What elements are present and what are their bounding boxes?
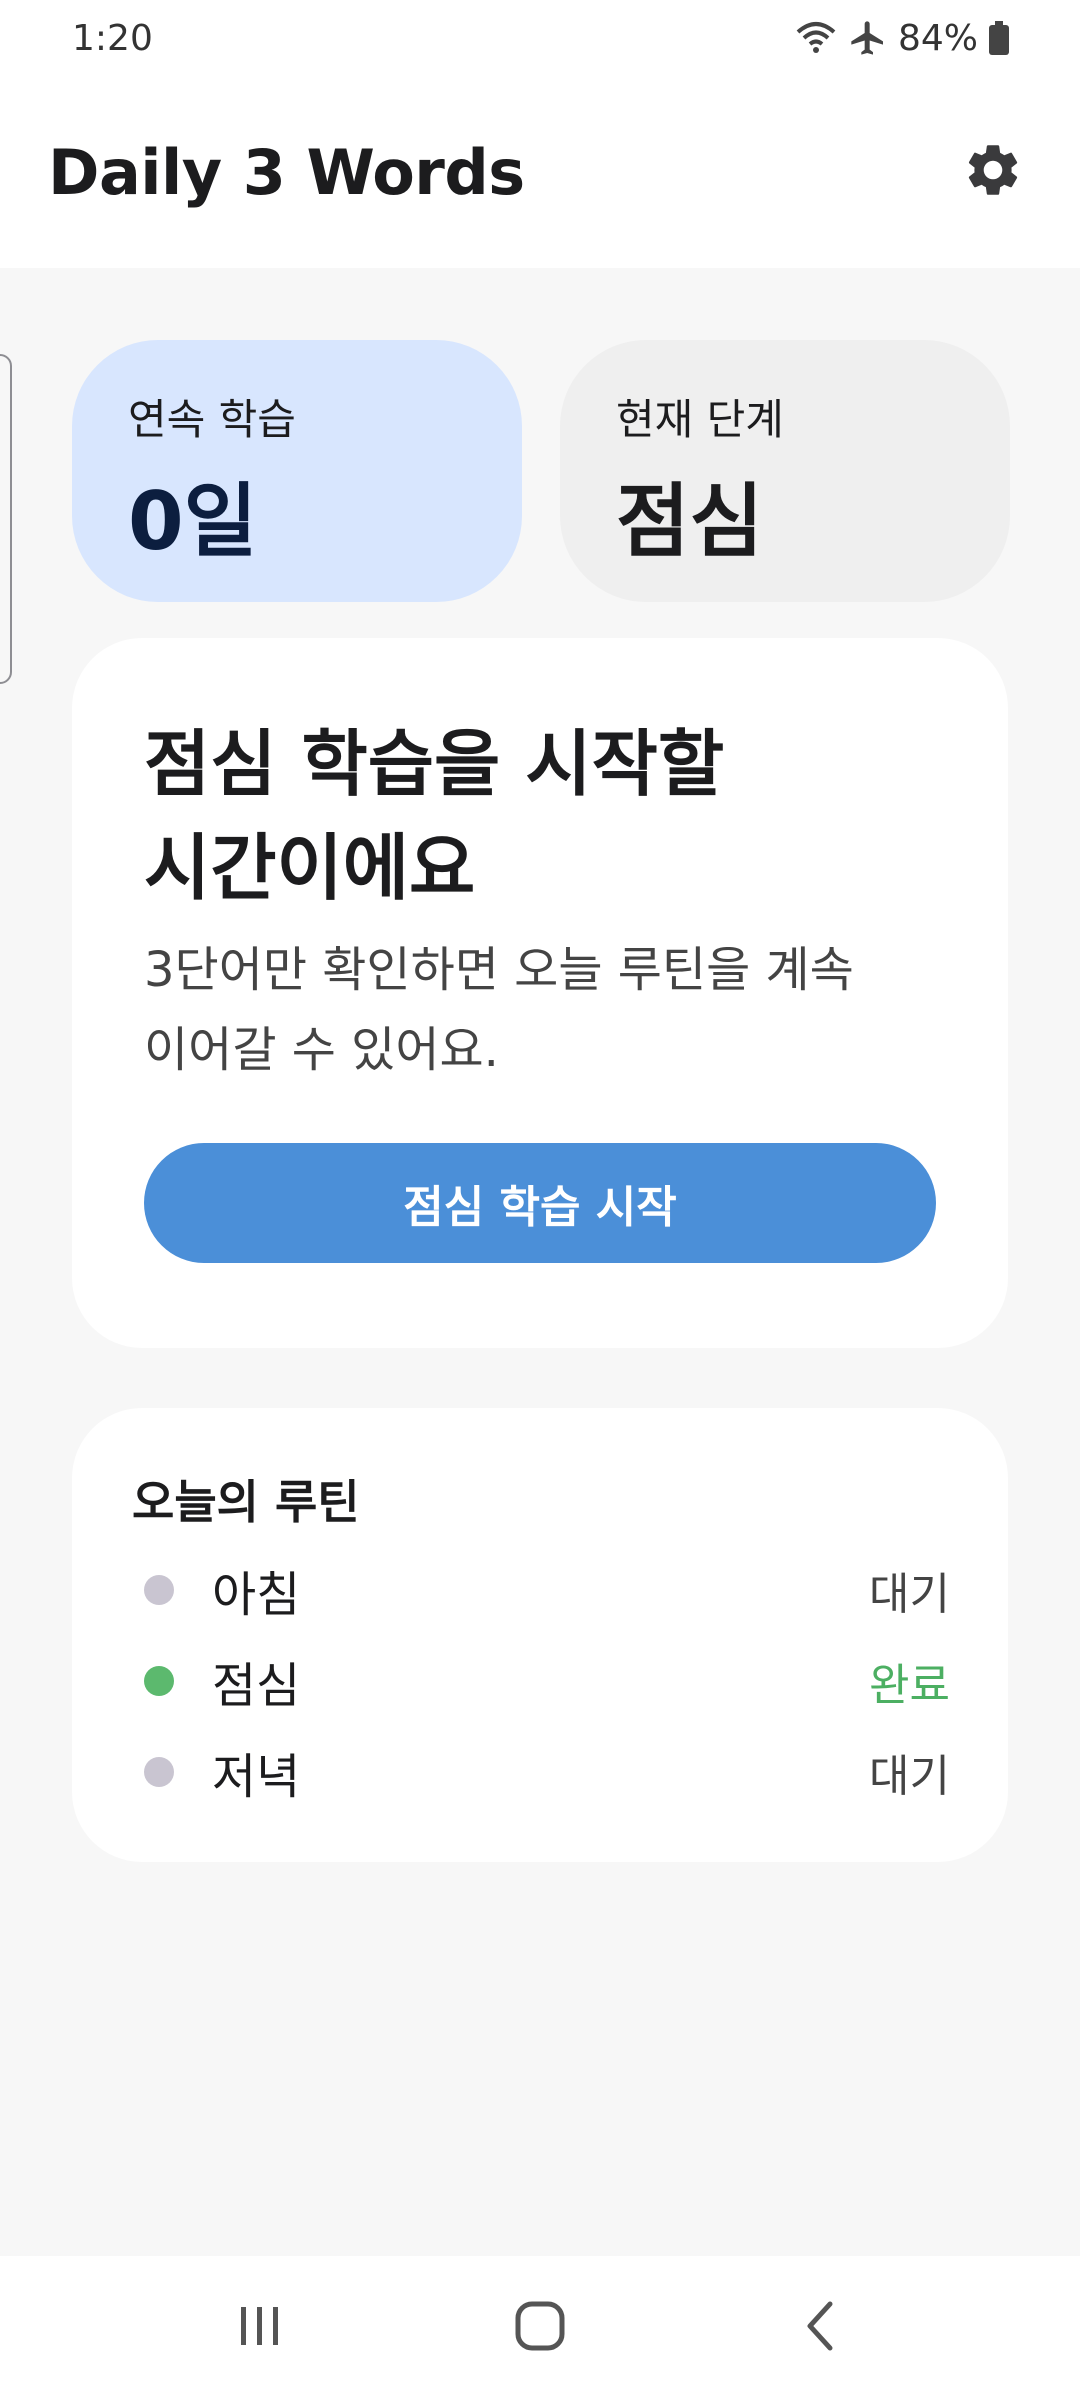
recent-apps-icon <box>235 2301 285 2355</box>
routine-item-status: 대기 <box>869 1750 950 1802</box>
stage-card: 현재 단계 점심 <box>560 340 1010 602</box>
routine-item-name: 아침 <box>212 1566 301 1623</box>
routine-item-name: 점심 <box>212 1657 301 1714</box>
status-bar: 1:20 84% <box>0 0 1080 76</box>
airplane-icon <box>848 18 888 58</box>
home-icon <box>513 2299 567 2357</box>
stage-value: 점심 <box>616 475 764 568</box>
streak-value: 0일 <box>128 475 258 568</box>
status-dot <box>144 1665 174 1696</box>
routine-title: 오늘의 루틴 <box>132 1475 360 1529</box>
battery-percent: 84% <box>897 17 978 59</box>
study-prompt-title: 점심 학습을 시작할 시간이에요 <box>144 712 936 920</box>
streak-card: 연속 학습 0일 <box>72 340 522 602</box>
system-nav-bar <box>0 2256 1080 2400</box>
study-prompt-desc-line1: 3단어만 확인하면 오늘 루틴을 계속 <box>144 942 854 998</box>
status-dot <box>144 1756 174 1787</box>
routine-item-morning: 아침 대기 <box>132 1544 950 1635</box>
routine-list: 아침 대기 점심 완료 저녁 대기 <box>132 1544 950 1817</box>
gear-icon <box>962 139 1024 205</box>
routine-item-status: 완료 <box>869 1659 950 1711</box>
routine-item-status: 대기 <box>869 1568 950 1620</box>
wifi-icon <box>794 20 838 56</box>
battery-icon <box>988 21 1010 55</box>
back-button[interactable] <box>770 2278 870 2378</box>
today-routine-card: 오늘의 루틴 아침 대기 점심 완료 저녁 대기 <box>72 1408 1008 1862</box>
study-prompt-card: 점심 학습을 시작할 시간이에요 3단어만 확인하면 오늘 루틴을 계속 이어갈… <box>72 638 1008 1348</box>
routine-item-dinner: 저녁 대기 <box>132 1726 950 1817</box>
edge-panel-handle[interactable] <box>0 354 12 684</box>
settings-button[interactable] <box>958 137 1028 207</box>
study-prompt-title-line1: 점심 학습을 시작할 <box>144 722 725 806</box>
back-icon <box>800 2299 840 2357</box>
stage-label: 현재 단계 <box>616 395 784 444</box>
study-prompt-description: 3단어만 확인하면 오늘 루틴을 계속 이어갈 수 있어요. <box>144 930 936 1090</box>
routine-item-name: 저녁 <box>212 1748 301 1805</box>
status-time: 1:20 <box>72 17 153 59</box>
status-dot <box>144 1574 174 1605</box>
app-title: Daily 3 Words <box>48 135 525 209</box>
status-icons: 84% <box>794 18 1010 59</box>
recent-apps-button[interactable] <box>210 2278 310 2378</box>
app-bar: Daily 3 Words <box>0 76 1080 268</box>
study-prompt-title-line2: 시간이에요 <box>144 826 476 910</box>
routine-item-lunch: 점심 완료 <box>132 1635 950 1726</box>
home-button[interactable] <box>490 2278 590 2378</box>
start-lunch-study-button[interactable]: 점심 학습 시작 <box>144 1143 936 1263</box>
streak-label: 연속 학습 <box>128 395 296 444</box>
study-prompt-desc-line2: 이어갈 수 있어요. <box>144 1022 499 1078</box>
